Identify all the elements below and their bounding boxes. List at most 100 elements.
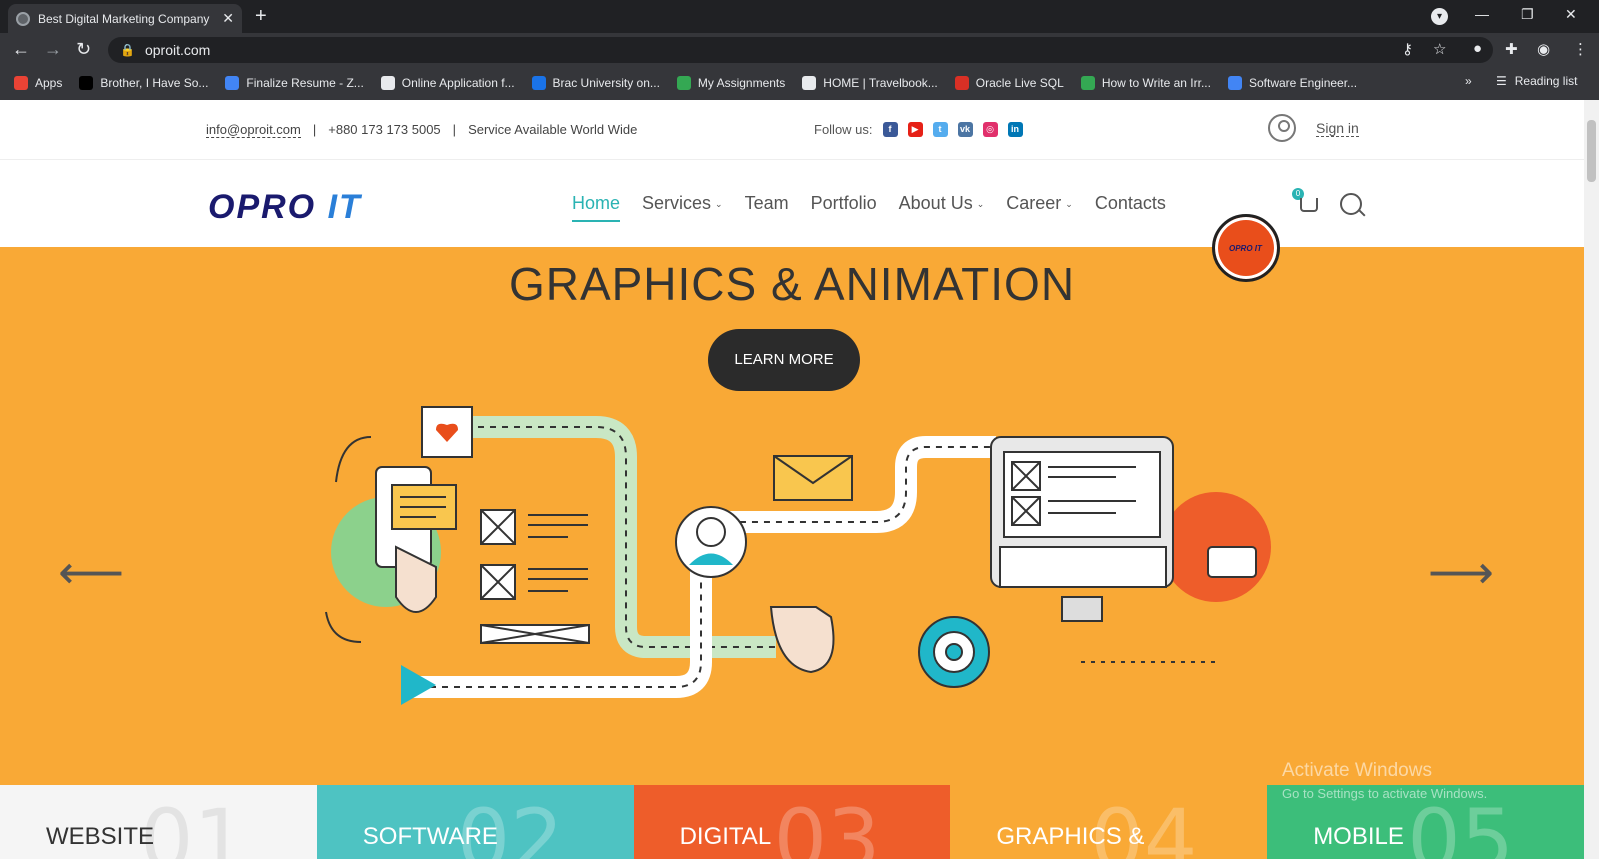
bookmark-label: Oracle Live SQL (975, 76, 1064, 90)
vk-icon[interactable]: vk (957, 122, 973, 137)
user-icon[interactable] (1268, 114, 1296, 142)
bookmark-label: How to Write an Irr... (1101, 76, 1211, 90)
site-logo[interactable]: OPRO IT (208, 188, 362, 227)
separator: | (312, 122, 317, 137)
bookmark-favicon-icon (802, 76, 817, 90)
chevron-down-icon: ⌄ (976, 198, 985, 209)
separator: | (452, 122, 457, 137)
service-card[interactable]: 03 DIGITAL (633, 785, 951, 859)
facebook-icon[interactable]: f (882, 122, 898, 137)
bookmark-item[interactable]: Online Application f... (380, 76, 515, 90)
key-icon[interactable]: ⚷ (1402, 40, 1413, 58)
follow-label: Follow us: (814, 122, 873, 137)
bookmark-label: Online Application f... (401, 76, 515, 90)
email-link[interactable]: info@oproit.com (206, 122, 301, 138)
address-bar[interactable]: 🔒 oproit.com (108, 37, 1493, 63)
close-tab-icon[interactable]: ✕ (222, 10, 234, 27)
nav-label: Services (642, 193, 712, 213)
reading-list-button[interactable]: ☰ Reading list (1496, 74, 1577, 88)
puzzle-icon[interactable]: ✚ (1505, 40, 1518, 58)
bookmark-label: Software Engineer... (1248, 76, 1358, 90)
cart-icon[interactable]: 0 (1292, 188, 1320, 214)
bookmark-item[interactable]: Oracle Live SQL (954, 76, 1064, 90)
bookmarks-bar: Apps Brother, I Have So... Finalize Resume… (0, 66, 1599, 100)
tab-title: Best Digital Marketing Company (38, 11, 210, 26)
bookmark-item[interactable]: Apps (14, 76, 62, 90)
bookmark-item[interactable]: My Assignments (676, 76, 786, 90)
nav-item-about-us[interactable]: About Us ⌄ (899, 193, 985, 222)
nav-item-contacts[interactable]: Contacts (1095, 193, 1166, 222)
instagram-icon[interactable]: ◎ (982, 122, 998, 137)
watermark-line2: Go to Settings to activate Windows. (1282, 786, 1488, 801)
bookmark-label: Brac University on... (552, 76, 660, 90)
browser-toolbar: ← → ↻ 🔒 oproit.com ⚷ ☆ ● ✚ ◉ ⋮ (0, 33, 1599, 66)
social-links: Follow us: f ▶ t vk ◎ in (814, 122, 1023, 137)
learn-more-button[interactable]: LEARN MORE (708, 329, 860, 391)
bookmark-item[interactable]: Finalize Resume - Z... (225, 76, 364, 90)
profile-menu-icon[interactable]: ▾ (1431, 8, 1448, 25)
new-tab-icon[interactable]: + (255, 5, 267, 28)
logo-text-it: IT (327, 188, 362, 226)
close-window-icon[interactable]: ✕ (1565, 6, 1577, 23)
nav-item-career[interactable]: Career ⌄ (1006, 193, 1073, 222)
bookmarks-overflow-icon[interactable]: » (1465, 74, 1472, 88)
signin-area: Sign in (1268, 114, 1359, 142)
nav-label: Contacts (1094, 193, 1166, 213)
nav-item-services[interactable]: Services ⌄ (642, 193, 723, 222)
nav-item-home[interactable]: Home (572, 193, 621, 222)
bookmark-item[interactable]: Brother, I Have So... (79, 76, 208, 90)
forward-icon[interactable]: → (44, 39, 62, 60)
lock-icon: 🔒 (120, 43, 135, 57)
card-title: SOFTWARE (362, 823, 498, 850)
linkedin-icon[interactable]: in (1007, 122, 1023, 137)
bookmark-label: My Assignments (697, 76, 786, 90)
signin-link[interactable]: Sign in (1316, 120, 1359, 137)
page-scrollbar[interactable] (1584, 100, 1599, 859)
bookmark-item[interactable]: Brac University on... (531, 76, 660, 90)
url-text: oproit.com (144, 42, 211, 58)
apps-grid-icon (14, 76, 28, 90)
logo-text-opro: OPRO (208, 188, 317, 226)
bookmark-favicon-icon (380, 76, 395, 90)
bookmark-favicon-icon (954, 76, 969, 90)
bookmark-favicon-icon (225, 76, 240, 90)
youtube-icon[interactable]: ▶ (907, 122, 923, 137)
card-number: 01 (140, 791, 247, 859)
basket-shape (1300, 198, 1318, 212)
nav-item-team[interactable]: Team (745, 193, 789, 222)
bookmark-favicon-icon (531, 76, 546, 90)
nav-label: Team (744, 193, 789, 213)
search-icon[interactable] (1340, 193, 1362, 215)
bookmark-item[interactable]: How to Write an Irr... (1080, 76, 1211, 90)
prev-slide-arrow-icon[interactable]: ⟵ (58, 545, 124, 599)
next-slide-arrow-icon[interactable]: ⟶ (1428, 545, 1494, 599)
nav-item-portfolio[interactable]: Portfolio (811, 193, 877, 222)
service-card[interactable]: 01 WEBSITE (0, 785, 317, 859)
reload-icon[interactable]: ↻ (76, 39, 91, 60)
avatar[interactable]: ◉ (1537, 40, 1550, 58)
scrollbar-thumb[interactable] (1587, 120, 1596, 182)
extension-icon[interactable]: ● (1473, 40, 1482, 57)
reading-list-icon: ☰ (1496, 74, 1507, 88)
service-card[interactable]: 02 SOFTWARE (316, 785, 634, 859)
nav-label: Home (572, 193, 621, 213)
card-title: MOBILE (1313, 823, 1404, 850)
bubble-logo: OPRO IT (1229, 244, 1262, 253)
bookmark-item[interactable]: Software Engineer... (1227, 76, 1358, 90)
bookmark-item[interactable]: HOME | Travelbook... (802, 76, 938, 90)
twitter-icon[interactable]: t (932, 122, 948, 137)
hero-title: GRAPHICS & ANIMATION (508, 258, 1076, 310)
browser-tab[interactable]: Best Digital Marketing Company ✕ (8, 4, 242, 33)
card-number: 05 (1407, 791, 1515, 859)
main-nav: Home Services ⌄ Team Portfolio About Us ⌄ Caree… (572, 193, 1166, 222)
back-icon[interactable]: ← (12, 39, 30, 60)
service-card[interactable]: 04 GRAPHICS & (950, 785, 1268, 859)
site-favicon-icon (16, 11, 30, 26)
menu-kebab-icon[interactable]: ⋮ (1573, 40, 1588, 58)
minimize-icon[interactable]: — (1475, 6, 1489, 22)
service-text: Service Available World Wide (468, 122, 638, 137)
tab-strip: Best Digital Marketing Company ✕ + ▾ — ❐… (0, 0, 1599, 33)
bookmark-star-icon[interactable]: ☆ (1433, 40, 1446, 58)
chevron-down-icon: ⌄ (715, 198, 723, 209)
restore-icon[interactable]: ❐ (1521, 6, 1534, 23)
